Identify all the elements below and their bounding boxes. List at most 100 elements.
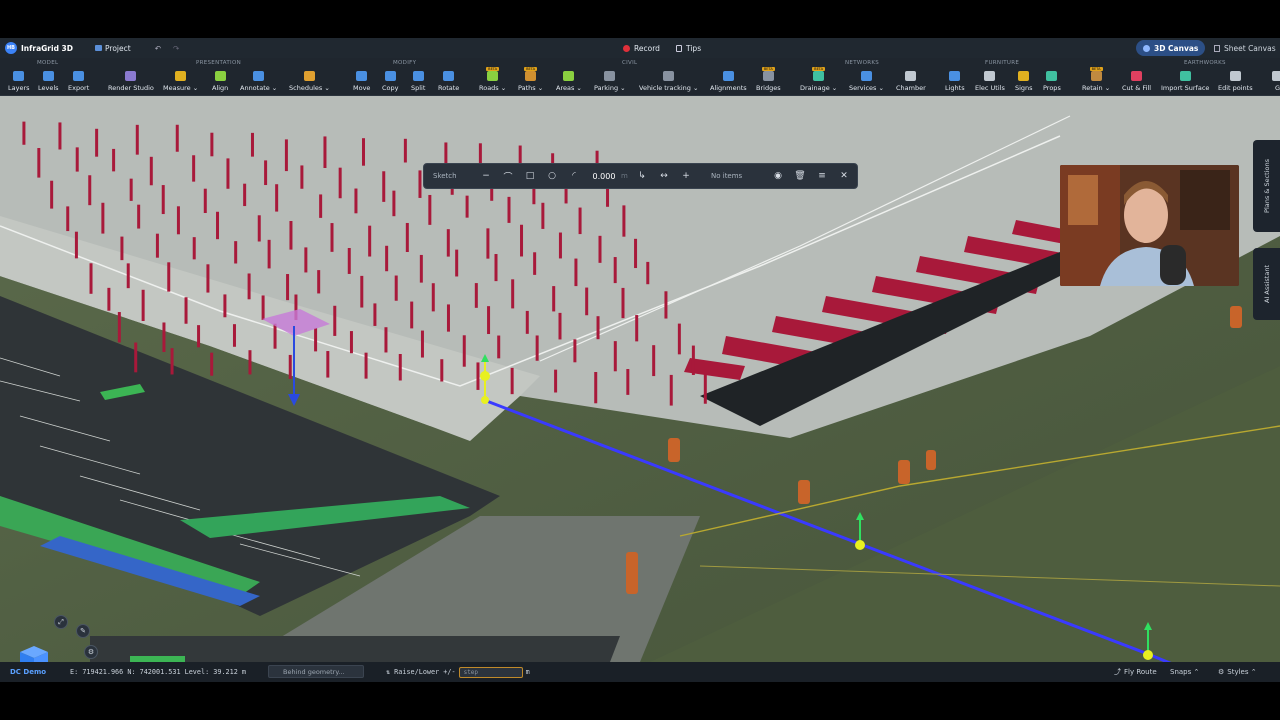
rectangle-icon[interactable]: □ [519,171,541,181]
tool-label: Areas ⌄ [556,84,582,92]
plans-sections-label: Plans & Sections [1262,159,1271,213]
cursor-coordinates: E: 719421.966 N: 742001.531 Level: 39.21… [70,668,247,676]
move-icon [356,71,368,81]
offset-icon[interactable]: ↳ [631,171,653,181]
tool-label: Bridges [756,84,781,92]
ai-assistant-tab[interactable]: AI Assistant [1253,248,1280,320]
tool-label: Roads ⌄ [479,84,507,92]
add-icon[interactable]: + [675,171,697,181]
tool-levels[interactable]: Levels [38,71,59,95]
arc-icon[interactable]: ⌒ [497,170,519,183]
tool-props[interactable]: Props [1043,71,1061,95]
snaps-button[interactable]: Snaps ⌃ [1170,668,1199,676]
pencil-icon[interactable]: ✎ [76,624,90,638]
line-icon[interactable]: − [475,171,497,181]
tool-label: Annotate ⌄ [240,84,278,92]
tool-annotate[interactable]: Annotate ⌄ [240,71,277,95]
folder-icon [95,45,103,51]
behind-geometry-select[interactable]: Behind geometry... [268,665,364,678]
close-icon[interactable]: ✕ [833,171,855,181]
3d-canvas-tab[interactable]: 3D Canvas [1136,40,1206,56]
top-bar: HB InfraGrid 3D Project ↶ ↷ Record Tips … [0,38,1280,58]
project-menu-label: Project [105,43,131,53]
tool-g[interactable]: G [1272,71,1280,95]
fly-route-button[interactable]: ⤴ Fly Route [1114,667,1157,677]
edit-points-icon [1229,71,1241,81]
tool-chamber[interactable]: Chamber [896,71,926,95]
tool-lights[interactable]: Lights [945,71,965,95]
tool-label: Services ⌄ [849,84,884,92]
tool-retain[interactable]: BETA Retain ⌄ [1082,67,1110,95]
tool-paths[interactable]: BETA Paths ⌄ [518,67,543,95]
tips-button[interactable]: Tips [676,44,701,53]
export-icon [73,71,85,81]
tool-rotate[interactable]: Rotate [438,71,459,95]
tool-label: Render Studio [108,84,154,92]
tool-alignments[interactable]: Alignments [710,71,747,95]
tool-move[interactable]: Move [353,71,370,95]
tool-drainage[interactable]: BETA Drainage ⌄ [800,67,837,95]
tool-render-studio[interactable]: Render Studio [108,71,154,95]
roads-icon [487,71,499,81]
ai-assistant-label: AI Assistant [1262,264,1271,304]
tool-label: G [1274,84,1280,92]
toolbar-group-furniture: FURNITURE [985,60,1020,66]
tool-cut-fill[interactable]: Cut & Fill [1122,71,1151,95]
curve-icon[interactable]: ◜ [563,171,585,181]
beta-badge: BETA [486,67,500,71]
tool-label: Rotate [438,84,460,92]
tool-copy[interactable]: Copy [382,71,399,95]
tool-edit-points[interactable]: Edit points [1218,71,1253,95]
rotate-icon [443,71,455,81]
tool-align[interactable]: Align [212,71,228,95]
tool-signs[interactable]: Signs [1015,71,1033,95]
plans-sections-tab[interactable]: Plans & Sections [1253,140,1280,232]
tool-split[interactable]: Split [411,71,425,95]
styles-button[interactable]: ⚙ Styles ⌃ [1218,668,1257,676]
project-menu-button[interactable]: Project [95,44,131,53]
flip-icon[interactable]: ↔ [653,171,675,181]
redo-button[interactable]: ↷ [173,44,179,53]
undo-button[interactable]: ↶ [155,44,161,53]
gear-icon[interactable]: ⚙ [84,645,98,659]
retain-icon [1090,71,1102,81]
sketch-value-input[interactable]: 0.000 [589,172,619,181]
tool-bridges[interactable]: BETA Bridges [756,67,781,95]
tool-schedules[interactable]: Schedules ⌄ [289,71,330,95]
tool-roads[interactable]: BETA Roads ⌄ [479,67,507,95]
3d-viewport[interactable]: Sketch − ⌒ □ ○ ◜ 0.000 m ↳ ↔ + No items ◉ 🗑 ≡ ✕ Plans &… [0,96,1280,662]
annotate-icon [253,71,265,81]
tool-measure[interactable]: Measure ⌄ [163,71,198,95]
tool-export[interactable]: Export [68,71,89,95]
expand-icon[interactable]: ⤢ [54,615,68,629]
beta-badge: BETA [1089,67,1103,71]
project-name[interactable]: DC Demo [10,668,46,676]
sheet-canvas-tab[interactable]: Sheet Canvas [1214,44,1276,53]
align-icon [214,71,226,81]
tool-layers[interactable]: Layers [8,71,30,95]
record-button[interactable]: Record [623,44,660,53]
trash-icon[interactable]: 🗑 [789,171,811,181]
tool-import-surface[interactable]: Import Surface [1161,71,1209,95]
view-cube[interactable] [14,642,56,662]
cube-icon [1143,44,1150,52]
tool-label: Props [1043,84,1061,92]
status-bar: DC Demo E: 719421.966 N: 742001.531 Leve… [0,662,1280,682]
styles-label: Styles ⌃ [1227,668,1257,676]
snaps-label: Snaps ⌃ [1170,668,1200,676]
step-input[interactable]: step [458,666,523,678]
fly-route-label: Fly Route [1124,668,1157,676]
tool-elec-utils[interactable]: Elec Utils [975,71,1005,95]
toolbar-group-presentation: PRESENTATION [196,60,241,66]
list-icon[interactable]: ≡ [811,171,833,181]
app-logo: HB [5,42,17,54]
eye-icon[interactable]: ◉ [767,171,789,181]
tool-label: Alignments [710,84,747,92]
tool-services[interactable]: Services ⌄ [849,71,884,95]
tool-vehicle-tracking[interactable]: Vehicle tracking ⌄ [639,71,698,95]
tool-parking[interactable]: Parking ⌄ [594,71,626,95]
vehicle-tracking-icon [663,71,675,81]
sheet-canvas-label: Sheet Canvas [1224,43,1276,53]
circle-icon[interactable]: ○ [541,171,563,181]
tool-areas[interactable]: Areas ⌄ [556,71,582,95]
